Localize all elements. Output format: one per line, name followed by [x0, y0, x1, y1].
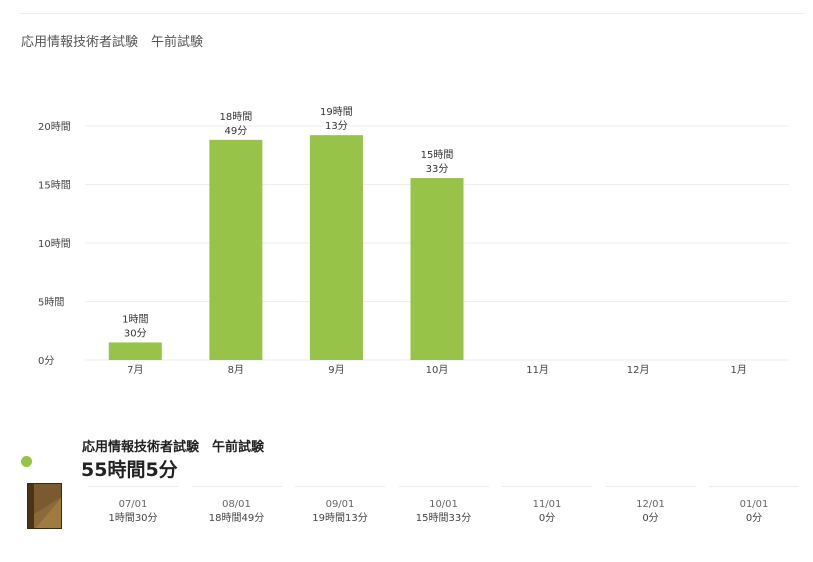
x-tick-label: 8月 [228, 364, 244, 376]
month-summary: 08/01 18時間49分 [191, 486, 282, 527]
month-date: 08/01 [222, 499, 251, 510]
month-study-time: 0分 [538, 513, 556, 524]
y-tick-label: 0分 [38, 355, 54, 367]
month-study-time: 0分 [745, 513, 763, 524]
y-tick-label: 15時間 [38, 180, 71, 192]
bar [410, 178, 464, 360]
month-date: 07/01 [118, 499, 148, 510]
month-summary: 07/01 1時間30分 [88, 486, 178, 527]
month-summary: 01/01 0分 [709, 486, 799, 527]
x-tick-label: 9月 [328, 364, 344, 376]
bar [309, 135, 363, 360]
month-study-time: 15時間33分 [415, 513, 472, 524]
y-tick-label: 20時間 [38, 121, 71, 133]
bar-value-label: 33分 [426, 163, 449, 175]
month-summary: 12/01 0分 [605, 486, 696, 527]
month-date: 12/01 [636, 499, 665, 510]
month-date: 01/01 [739, 499, 769, 510]
x-tick-label: 12月 [627, 364, 650, 376]
monthly-breakdown: 07/01 1時間30分 08/01 18時間49分 09/01 19時間13分 10/01… [88, 486, 799, 527]
legend-color-dot [21, 456, 32, 467]
bar-value-label: 49分 [224, 125, 247, 137]
bar-value-label: 15時間 [421, 149, 454, 161]
month-date: 11/01 [532, 499, 562, 510]
bar-value-label: 1時間 [122, 313, 148, 325]
month-summary: 11/01 0分 [502, 486, 592, 527]
bar-value-label: 18時間 [219, 111, 252, 123]
bar-chart: 0分 5時間 10時間 15時間 20時間 1時間 30分 7月 18時間 49分 8月 19時間 13… [38, 106, 789, 376]
month-study-time: 1時間30分 [108, 513, 158, 524]
y-tick-label: 10時間 [38, 238, 71, 250]
bar-value-label: 30分 [124, 327, 147, 339]
month-date: 09/01 [325, 499, 355, 510]
month-summary: 10/01 15時間33分 [398, 486, 489, 527]
month-study-time: 19時間13分 [312, 513, 368, 524]
book-icon[interactable] [27, 483, 62, 529]
bar [209, 139, 263, 360]
legend-series-name: 応用情報技術者試験 午前試験 [82, 440, 265, 455]
month-study-time: 18時間49分 [208, 513, 265, 524]
bar [108, 342, 162, 360]
x-tick-label: 11月 [526, 364, 549, 376]
month-summary: 09/01 19時間13分 [295, 486, 385, 527]
month-study-time: 0分 [642, 513, 659, 524]
bar-value-label: 13分 [325, 120, 348, 132]
x-tick-label: 7月 [127, 364, 143, 376]
legend-total-time: 55時間5分 [81, 459, 178, 481]
y-tick-label: 5時間 [38, 297, 64, 309]
month-date: 10/01 [429, 499, 458, 510]
bar-value-label: 19時間 [320, 106, 353, 118]
x-tick-label: 1月 [731, 364, 747, 376]
x-tick-label: 10月 [426, 364, 449, 376]
